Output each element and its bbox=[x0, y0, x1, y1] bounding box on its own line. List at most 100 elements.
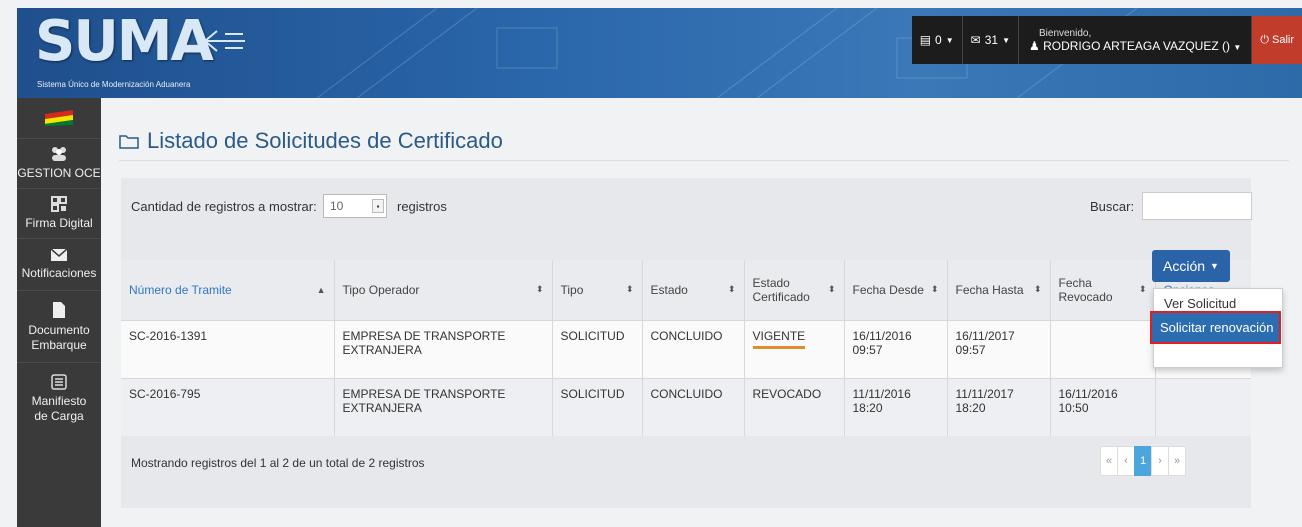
col-estado-certificado[interactable]: Estado Certificado ⬍ bbox=[744, 260, 845, 320]
caret-down-icon: ▼ bbox=[1210, 261, 1219, 271]
cell-estado-certificado: VIGENTE bbox=[744, 319, 845, 378]
header-widgets: ▤ 0 ▼ ✉ 31 ▼ Bienvenido, ♟ RODRIGO ARTEA… bbox=[911, 16, 1302, 64]
records-summary: Mostrando registros del 1 al 2 de un tot… bbox=[131, 456, 425, 470]
cell-estado: CONCLUIDO bbox=[642, 377, 745, 436]
sidebar-item-documento-embarque[interactable]: Documento Embarque bbox=[17, 290, 101, 362]
username-text: RODRIGO ARTEAGA VAZQUEZ () bbox=[1043, 38, 1231, 53]
page-title-text: Listado de Solicitudes de Certificado bbox=[147, 128, 503, 153]
cell-fecha-revocado bbox=[1050, 319, 1156, 378]
qrcode-icon bbox=[51, 196, 67, 213]
table-header-row: Número de Tramite ▲ Tipo Operador ⬍ Tipo ⬍ … bbox=[121, 260, 1251, 320]
cell-opciones bbox=[1155, 377, 1251, 436]
list-icon bbox=[51, 374, 67, 390]
sort-icon: ⬍ bbox=[1033, 284, 1042, 295]
sidebar-item-label: Notificaciones bbox=[21, 266, 97, 281]
divider bbox=[119, 160, 1289, 161]
cell-fecha-desde: 11/11/2016 18:20 bbox=[844, 377, 948, 436]
col-numero-tramite[interactable]: Número de Tramite ▲ bbox=[121, 260, 335, 320]
mail-button[interactable]: ✉ 31 ▼ bbox=[962, 16, 1019, 64]
envelope-icon bbox=[50, 248, 68, 262]
col-label: Estado Certificado bbox=[752, 275, 810, 304]
cell-fecha-hasta: 11/11/2017 18:20 bbox=[947, 377, 1051, 436]
sort-asc-icon: ▲ bbox=[316, 284, 326, 295]
main-content: Listado de Solicitudes de Certificado Ca… bbox=[101, 98, 1302, 527]
table-toolbar: Cantidad de registros a mostrar: 10 ▪ re… bbox=[121, 178, 1252, 258]
sort-icon: ⬍ bbox=[535, 284, 544, 295]
pager-prev[interactable]: ‹ bbox=[1117, 446, 1135, 476]
flag-icon bbox=[17, 98, 101, 138]
select-arrow-icon: ▪ bbox=[372, 199, 384, 213]
requests-table: Número de Tramite ▲ Tipo Operador ⬍ Tipo ⬍ … bbox=[121, 260, 1251, 436]
arrow-logo-icon bbox=[203, 30, 245, 52]
col-fecha-hasta[interactable]: Fecha Hasta ⬍ bbox=[947, 260, 1051, 320]
cell-tipo: SOLICITUD bbox=[552, 377, 643, 436]
cell-fecha-revocado: 16/11/2016 10:50 bbox=[1050, 377, 1156, 436]
col-label: Número de Tramite bbox=[129, 282, 232, 297]
search-label: Buscar: bbox=[1090, 199, 1135, 214]
messages-button[interactable]: ▤ 0 ▼ bbox=[911, 16, 963, 64]
sidebar-item-firma-digital[interactable]: Firma Digital bbox=[17, 188, 101, 238]
pager-last[interactable]: » bbox=[1168, 446, 1186, 476]
caret-down-icon: ▼ bbox=[1002, 35, 1010, 45]
welcome-text: Bienvenido, bbox=[1038, 27, 1092, 39]
col-label: Tipo Operador bbox=[342, 282, 420, 297]
col-tipo[interactable]: Tipo ⬍ bbox=[552, 260, 643, 320]
sort-icon: ⬍ bbox=[727, 284, 736, 295]
document-icon bbox=[53, 302, 65, 319]
logo-subtitle: Sistema Único de Modernización Aduanera bbox=[37, 80, 191, 89]
col-label: Estado bbox=[650, 282, 688, 297]
envelope-icon: ✉ bbox=[970, 33, 981, 47]
col-estado[interactable]: Estado ⬍ bbox=[642, 260, 745, 320]
username: ♟ RODRIGO ARTEAGA VAZQUEZ () ▼ bbox=[1029, 39, 1241, 53]
sort-icon: ⬍ bbox=[930, 284, 939, 295]
pager-page-1[interactable]: 1 bbox=[1134, 446, 1152, 476]
records-label: registros bbox=[397, 199, 447, 214]
user-menu[interactable]: Bienvenido, ♟ RODRIGO ARTEAGA VAZQUEZ ()… bbox=[1018, 16, 1253, 64]
page-title: Listado de Solicitudes de Certificado bbox=[119, 128, 503, 154]
folder-icon bbox=[119, 135, 139, 149]
page-size-value: 10 bbox=[330, 199, 344, 213]
table-row: SC-2016-795 EMPRESA DE TRANSPORTE EXTRAN… bbox=[121, 377, 1251, 436]
user-icon: ♟ bbox=[1028, 38, 1040, 53]
col-label: Fecha Hasta bbox=[955, 282, 1024, 297]
cell-estado: CONCLUIDO bbox=[642, 319, 745, 378]
inbox-icon: ▤ bbox=[919, 33, 932, 47]
sidebar-item-label: Firma Digital bbox=[25, 216, 93, 231]
logo-text: SUMA bbox=[35, 9, 214, 74]
cell-tipo: SOLICITUD bbox=[552, 319, 643, 378]
col-fecha-revocado[interactable]: Fecha Revocado ⬍ bbox=[1050, 260, 1156, 320]
app-header: SUMA Sistema Único de Modernización Adua… bbox=[17, 8, 1302, 98]
sidebar-item-notificaciones[interactable]: Notificaciones bbox=[17, 238, 101, 290]
status-vigente: VIGENTE bbox=[752, 329, 806, 349]
cell-fecha-desde: 16/11/2016 09:57 bbox=[844, 319, 948, 378]
sort-icon: ⬍ bbox=[827, 284, 836, 295]
accion-label: Acción bbox=[1163, 258, 1206, 274]
col-label: Fecha Revocado bbox=[1058, 275, 1113, 304]
sidebar-item-label: Documento Embarque bbox=[28, 323, 90, 352]
menu-item-solicitar-renovacion[interactable]: Solicitar renovación bbox=[1150, 311, 1281, 344]
pager-first[interactable]: « bbox=[1100, 446, 1118, 476]
power-icon: ⏻ bbox=[1260, 33, 1269, 46]
logout-label: Salir bbox=[1271, 34, 1294, 46]
pagination: « ‹ 1 › » bbox=[1100, 446, 1186, 476]
sidebar-item-manifiesto-carga[interactable]: Manifiesto de Carga bbox=[17, 362, 101, 434]
sort-icon: ⬍ bbox=[625, 284, 634, 295]
accion-button[interactable]: Acción ▼ bbox=[1152, 250, 1230, 282]
sidebar-item-label: Manifiesto de Carga bbox=[31, 394, 87, 423]
page-size-select[interactable]: 10 ▪ bbox=[323, 194, 387, 218]
cell-numero: SC-2016-1391 bbox=[121, 319, 335, 378]
sidebar-item-label: GESTION OCE bbox=[17, 166, 101, 181]
col-tipo-operador[interactable]: Tipo Operador ⬍ bbox=[334, 260, 553, 320]
col-fecha-desde[interactable]: Fecha Desde ⬍ bbox=[844, 260, 948, 320]
bolivia-flag-icon bbox=[45, 110, 73, 126]
sidebar: GESTION OCE Firma Digital Notificaciones… bbox=[17, 98, 101, 527]
caret-down-icon: ▼ bbox=[1233, 42, 1242, 52]
search-input[interactable] bbox=[1142, 192, 1252, 220]
table-row: SC-2016-1391 EMPRESA DE TRANSPORTE EXTRA… bbox=[121, 319, 1251, 378]
sidebar-item-gestion-oce[interactable]: GESTION OCE bbox=[17, 138, 101, 188]
app-logo[interactable]: SUMA Sistema Único de Modernización Adua… bbox=[25, 12, 245, 94]
logout-button[interactable]: ⏻ Salir bbox=[1252, 16, 1302, 64]
menu-item-ver-solicitud[interactable]: Ver Solicitud bbox=[1164, 296, 1236, 311]
pager-next[interactable]: › bbox=[1151, 446, 1169, 476]
mail-count: 31 bbox=[984, 33, 999, 47]
